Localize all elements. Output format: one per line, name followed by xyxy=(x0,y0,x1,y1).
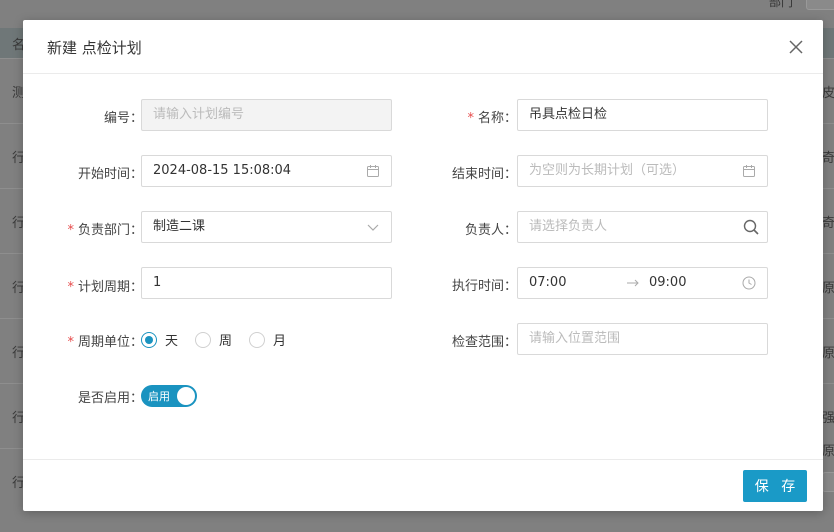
owner-search-button[interactable] xyxy=(735,211,768,243)
dialog-header: 新建 点检计划 xyxy=(23,20,823,74)
scope-placeholder: 请输入位置范围 xyxy=(529,331,621,346)
period-label: * 计划周期： xyxy=(67,280,143,295)
enabled-label: 是否启用： xyxy=(77,391,143,406)
background-cell: 原 xyxy=(822,444,834,459)
exec-time-end[interactable]: 09:00 xyxy=(649,268,686,298)
dialog-title: 新建 点检计划 xyxy=(47,39,142,57)
required-mark: * xyxy=(67,280,74,295)
start-time-value: 2024-08-15 15:08:04 xyxy=(153,163,292,178)
background-cell: 原 xyxy=(822,281,834,296)
owner-label: 负责人： xyxy=(464,223,517,238)
radio-label: 周 xyxy=(219,334,233,349)
end-time-picker[interactable]: 为空则为长期计划（可选） xyxy=(517,155,768,187)
exec-time-range-picker[interactable]: 07:00 09:00 xyxy=(517,267,768,299)
search-icon xyxy=(743,219,759,235)
exec-time-start[interactable]: 07:00 xyxy=(529,268,566,298)
background-top-input xyxy=(806,0,834,10)
background-cell: 奇 xyxy=(822,216,834,231)
dialog-footer: 保 存 xyxy=(23,459,823,511)
background-cell: 皮 xyxy=(822,86,834,101)
required-mark: * xyxy=(467,111,474,126)
radio-label: 月 xyxy=(273,334,287,349)
number-label: 编号： xyxy=(103,111,143,126)
close-icon xyxy=(789,40,803,54)
new-inspection-plan-dialog: 新建 点检计划 编号： 请输入计划编号 * 名称： 吊具点检日检 开始时间： 20… xyxy=(23,20,823,511)
enabled-toggle[interactable]: 启用 xyxy=(141,385,197,407)
scope-input[interactable]: 请输入位置范围 xyxy=(517,323,768,355)
toggle-label: 启用 xyxy=(148,390,170,403)
start-time-label: 开始时间： xyxy=(77,167,143,182)
radio-checked-icon xyxy=(141,331,157,348)
background-cell: 奇 xyxy=(822,151,834,166)
department-value: 制造二课 xyxy=(153,219,206,234)
owner-placeholder: 请选择负责人 xyxy=(529,219,608,234)
background-checkbox xyxy=(822,472,834,492)
name-label: * 名称： xyxy=(467,111,517,126)
radio-unchecked-icon xyxy=(249,331,265,348)
period-input[interactable]: 1 xyxy=(141,267,392,299)
start-time-picker[interactable]: 2024-08-15 15:08:04 xyxy=(141,155,392,187)
plan-name-value: 吊具点检日检 xyxy=(529,107,608,122)
department-select[interactable]: 制造二课 xyxy=(141,211,392,243)
arrow-right-icon xyxy=(627,279,639,287)
radio-label: 天 xyxy=(165,334,179,349)
close-button[interactable] xyxy=(787,38,805,56)
required-mark: * xyxy=(67,223,74,238)
period-unit-week-radio[interactable]: 周 xyxy=(195,330,232,349)
period-value: 1 xyxy=(153,275,162,290)
exec-time-label: 执行时间： xyxy=(451,279,517,294)
background-top-label: 部门 xyxy=(769,0,794,9)
end-time-placeholder: 为空则为长期计划（可选） xyxy=(529,163,686,178)
period-unit-month-radio[interactable]: 月 xyxy=(249,330,286,349)
calendar-icon xyxy=(743,165,755,177)
department-label: * 负责部门： xyxy=(67,223,143,238)
plan-name-input[interactable]: 吊具点检日检 xyxy=(517,99,768,131)
calendar-icon xyxy=(367,165,379,177)
clock-icon xyxy=(742,276,756,290)
plan-number-placeholder: 请输入计划编号 xyxy=(153,107,245,122)
toggle-knob xyxy=(177,387,195,405)
background-cell: 原 xyxy=(822,346,834,361)
period-unit-label: * 周期单位： xyxy=(67,335,143,350)
owner-input[interactable]: 请选择负责人 xyxy=(517,211,736,243)
end-time-label: 结束时间： xyxy=(451,167,517,182)
period-unit-day-radio[interactable]: 天 xyxy=(141,330,178,349)
scope-label: 检查范围： xyxy=(451,335,517,350)
background-cell: 强 xyxy=(822,411,834,426)
plan-number-input: 请输入计划编号 xyxy=(141,99,392,131)
radio-unchecked-icon xyxy=(195,331,211,348)
save-button[interactable]: 保 存 xyxy=(743,470,807,502)
required-mark: * xyxy=(67,335,74,350)
chevron-down-icon xyxy=(367,224,379,231)
